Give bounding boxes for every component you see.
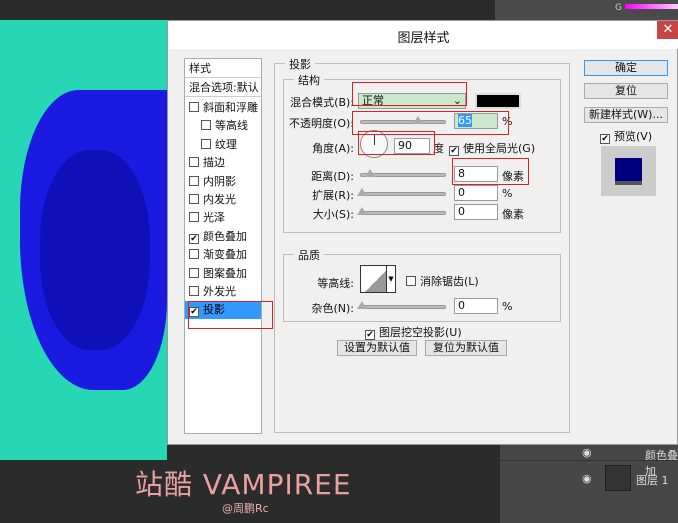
checkbox[interactable] xyxy=(189,267,199,278)
knockout-checkbox[interactable]: ✔ 图层挖空投影(U) xyxy=(365,324,462,340)
style-item[interactable]: 内阴影 xyxy=(185,173,261,191)
style-item[interactable]: 光泽 xyxy=(185,209,261,227)
highlight-box xyxy=(452,158,529,185)
contour-label: 等高线: xyxy=(317,277,354,290)
reset-button[interactable]: 复位 xyxy=(584,83,668,99)
noise-unit: % xyxy=(502,300,513,313)
highlight-box xyxy=(352,82,467,106)
layer-name[interactable]: 图层 1 xyxy=(636,472,669,488)
quality-group: 品质 等高线: ▼ 消除锯齿(L) 杂色(N): 0 % xyxy=(283,247,561,322)
eye-icon[interactable]: ◉ xyxy=(582,446,592,459)
checkbox[interactable] xyxy=(189,212,199,223)
checkbox[interactable] xyxy=(189,175,199,186)
preview-swatch xyxy=(601,146,656,196)
style-item[interactable]: 渐变叠加 xyxy=(185,246,261,264)
blending-options[interactable]: 混合选项:默认 xyxy=(185,79,261,97)
highlight-box xyxy=(188,301,273,329)
spread-label: 扩展(R): xyxy=(312,189,354,202)
style-item[interactable]: 等高线 xyxy=(185,117,261,135)
noise-input[interactable]: 0 xyxy=(454,298,498,314)
noise-label: 杂色(N): xyxy=(311,302,354,315)
distance-slider[interactable] xyxy=(360,169,446,177)
global-light-checkbox[interactable]: ✔ 使用全局光(G) xyxy=(449,140,535,156)
style-item-label: 渐变叠加 xyxy=(203,248,247,262)
spread-unit: % xyxy=(502,187,513,200)
style-item-label: 光泽 xyxy=(203,211,225,225)
checkbox[interactable] xyxy=(201,120,211,131)
style-item[interactable]: 内发光 xyxy=(185,191,261,209)
style-item-label: 外发光 xyxy=(203,285,236,298)
checkbox[interactable] xyxy=(189,102,199,112)
style-item-label: 内阴影 xyxy=(203,174,236,188)
checkbox[interactable] xyxy=(201,138,211,149)
blend-mode-label: 混合模式(B): xyxy=(290,96,354,109)
highlight-box xyxy=(358,131,435,155)
close-button[interactable]: ✕ xyxy=(657,21,678,39)
style-item[interactable]: 斜面和浮雕 xyxy=(185,99,261,117)
eye-icon[interactable]: ◉ xyxy=(582,472,592,485)
distance-label: 距离(D): xyxy=(311,170,354,183)
new-style-button[interactable]: 新建样式(W)... xyxy=(584,107,668,123)
preview-checkbox[interactable]: ✔ 预览(V) xyxy=(600,128,652,144)
layer-thumbnail xyxy=(605,465,631,491)
style-item-label: 描边 xyxy=(203,156,225,170)
checkbox[interactable] xyxy=(189,157,199,168)
style-item[interactable]: 纹理 xyxy=(185,136,261,154)
opacity-label: 不透明度(O): xyxy=(289,117,354,130)
size-unit: 像素 xyxy=(502,208,524,221)
style-item-label: 等高线 xyxy=(215,119,248,133)
dialog-title: 图层样式 xyxy=(397,31,450,46)
channel-label: G xyxy=(615,3,622,13)
layers-panel: ◉ 颜色叠加 ◉ 图层 1 xyxy=(500,440,678,523)
contour-picker[interactable]: ▼ xyxy=(360,265,396,293)
ok-button[interactable]: 确定 xyxy=(584,60,668,76)
checkbox[interactable]: ✔ xyxy=(189,233,199,244)
layer-style-dialog: 图层样式 ✕ 样式 混合选项:默认 斜面和浮雕等高线纹理描边内阴影内发光光泽 ✔ 颜… xyxy=(167,20,678,445)
antialias-checkbox[interactable]: 消除锯齿(L) xyxy=(406,273,479,289)
spread-input[interactable]: 0 xyxy=(454,185,498,201)
style-list: 样式 混合选项:默认 斜面和浮雕等高线纹理描边内阴影内发光光泽 ✔ 颜色叠加渐变叠加… xyxy=(184,58,262,434)
style-item-label: 颜色叠加 xyxy=(203,229,247,243)
style-item[interactable]: 外发光 xyxy=(185,283,261,301)
checkbox[interactable] xyxy=(189,286,199,296)
noise-slider[interactable] xyxy=(357,301,446,309)
artwork-face xyxy=(40,150,150,350)
reset-default-button[interactable]: 复位为默认值 xyxy=(425,340,507,356)
watermark-title: 站酷 VAMPIREE xyxy=(135,468,352,501)
size-label: 大小(S): xyxy=(312,208,354,221)
style-item-label: 图案叠加 xyxy=(203,266,247,280)
style-item[interactable]: 图案叠加 xyxy=(185,265,261,283)
style-item[interactable]: 描边 xyxy=(185,154,261,172)
style-item-label: 斜面和浮雕 xyxy=(203,101,258,114)
checkbox[interactable] xyxy=(189,194,199,204)
quality-title: 品质 xyxy=(294,247,324,263)
angle-label: 角度(A): xyxy=(312,142,354,155)
watermark-credit: @周鹏Rc xyxy=(222,502,269,515)
structure-title: 结构 xyxy=(294,72,324,88)
checkbox[interactable] xyxy=(189,249,199,260)
section-title: 投影 xyxy=(285,56,315,72)
styles-header[interactable]: 样式 xyxy=(185,60,261,78)
top-panel: G xyxy=(495,0,678,20)
style-item-label: 内发光 xyxy=(203,193,236,206)
set-default-button[interactable]: 设置为默认值 xyxy=(337,340,417,356)
size-slider[interactable] xyxy=(357,207,446,215)
shadow-color-swatch[interactable] xyxy=(475,93,521,109)
color-slider[interactable] xyxy=(625,4,678,9)
spread-slider[interactable] xyxy=(357,188,446,196)
title-bar: 图层样式 ✕ xyxy=(168,21,678,49)
size-input[interactable]: 0 xyxy=(454,204,498,220)
style-item-label: 纹理 xyxy=(215,137,237,151)
style-item[interactable]: ✔ 颜色叠加 xyxy=(185,228,261,246)
